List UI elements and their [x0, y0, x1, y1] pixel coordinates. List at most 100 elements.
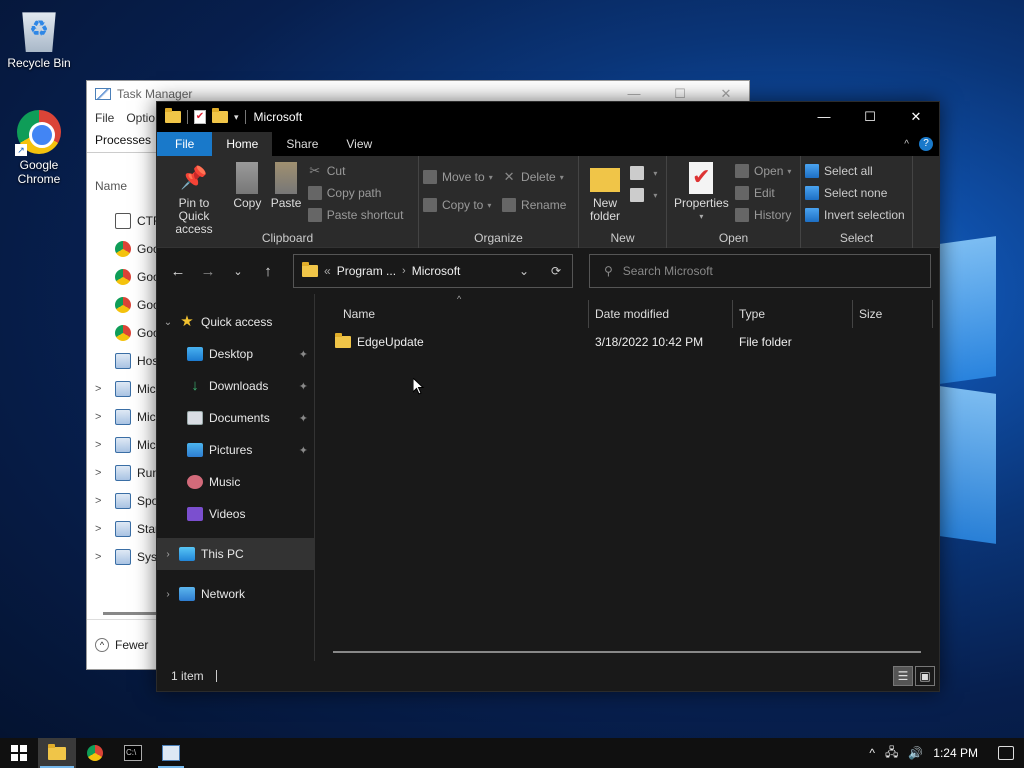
copy-button[interactable]: Copy [230, 160, 264, 212]
new-group-label: New [610, 231, 635, 245]
search-box[interactable]: ⚲ Search Microsoft [589, 254, 931, 288]
taskbar-command-prompt[interactable]: C:\ [114, 738, 152, 768]
menu-file[interactable]: File [95, 111, 114, 125]
breadcrumb-chevron-icon[interactable]: › [402, 265, 406, 277]
new-folder-button[interactable]: New folder [583, 160, 627, 225]
expand-chevron-icon[interactable]: › [157, 549, 179, 560]
expand-chevron-icon[interactable]: > [95, 439, 115, 451]
menu-options[interactable]: Optio [126, 111, 155, 125]
nav-desktop[interactable]: Desktop ✦ [157, 338, 314, 370]
user-icon [115, 437, 131, 453]
breadcrumb-program-files[interactable]: Program ... [337, 264, 396, 278]
open-button[interactable]: Open ▾ [735, 162, 791, 180]
taskbar-chrome[interactable] [76, 738, 114, 768]
address-dropdown-chevron-icon[interactable]: ⌄ [508, 255, 540, 287]
copy-path-button[interactable]: Copy path [307, 184, 404, 202]
nav-downloads[interactable]: ↓ Downloads ✦ [157, 370, 314, 402]
expand-chevron-icon[interactable]: > [95, 523, 115, 535]
close-button[interactable]: ✕ [703, 86, 749, 102]
tab-share[interactable]: Share [272, 132, 332, 156]
up-arrow-icon[interactable]: ↑ [255, 263, 281, 280]
pin-to-quick-access-button[interactable]: 📌 Pin to Quick access [161, 160, 227, 238]
navigation-pane: ⌄ ★ Quick access Desktop ✦ ↓ Downloads ✦… [157, 294, 315, 661]
recycle-bin-desktop-icon[interactable]: Recycle Bin [3, 8, 75, 70]
show-hidden-icons-chevron-icon[interactable]: ^ [869, 746, 875, 760]
nav-quick-access[interactable]: ⌄ ★ Quick access [157, 306, 314, 338]
expand-chevron-icon[interactable]: > [95, 383, 115, 395]
invert-selection-button[interactable]: Invert selection [805, 206, 905, 224]
open-icon [735, 164, 750, 178]
organize-group-label: Organize [474, 231, 523, 245]
cut-button[interactable]: ✂ Cut [308, 162, 404, 180]
expand-chevron-icon[interactable]: > [95, 495, 115, 507]
new-folder-qat-icon[interactable] [212, 108, 228, 123]
tab-home[interactable]: Home [212, 132, 273, 156]
horizontal-scrollbar[interactable] [103, 612, 159, 615]
details-view-icon[interactable]: ☰ [893, 666, 913, 686]
taskbar-file-explorer[interactable] [38, 738, 76, 768]
address-overflow[interactable]: « [324, 264, 331, 278]
large-icons-view-icon[interactable]: ▣ [915, 666, 935, 686]
paste-button[interactable]: Paste [268, 160, 305, 212]
nav-pictures[interactable]: Pictures ✦ [157, 434, 314, 466]
expand-chevron-icon[interactable]: > [95, 551, 115, 563]
minimize-button[interactable]: — [801, 102, 847, 132]
back-arrow-icon[interactable]: ← [165, 263, 191, 280]
select-group: Select all Select none Invert selection … [801, 156, 913, 248]
properties-button[interactable]: ✔ Properties ▾ [671, 160, 732, 225]
edit-button[interactable]: Edit [735, 184, 791, 202]
nav-this-pc[interactable]: › This PC [157, 538, 314, 570]
minimize-button[interactable]: — [611, 86, 657, 102]
start-button[interactable] [0, 738, 38, 768]
close-button[interactable]: ✕ [893, 102, 939, 132]
expand-chevron-icon[interactable]: > [95, 467, 115, 479]
file-row[interactable]: EdgeUpdate 3/18/2022 10:42 PM File folde… [315, 330, 939, 354]
file-list[interactable]: ^ Name Date modified Type Size EdgeUpdat… [315, 294, 939, 661]
volume-icon[interactable]: 🔊 [908, 746, 923, 760]
move-to-button[interactable]: Move to ▾ [423, 168, 493, 186]
explorer-titlebar[interactable]: ✔ ▾ Microsoft — ☐ ✕ [157, 102, 939, 132]
forward-arrow-icon[interactable]: → [195, 263, 221, 280]
maximize-button[interactable]: ☐ [847, 102, 893, 132]
delete-button[interactable]: ✕ Delete ▾ [502, 168, 566, 186]
tab-processes[interactable]: Processes [87, 133, 159, 152]
maximize-button[interactable]: ☐ [657, 86, 703, 102]
expand-chevron-icon[interactable]: ⌄ [157, 317, 179, 328]
recent-locations-chevron-icon[interactable]: ⌄ [225, 265, 251, 278]
column-header-name[interactable]: Name [315, 300, 589, 328]
horizontal-scrollbar[interactable] [333, 651, 921, 653]
rename-button[interactable]: Rename [502, 196, 566, 214]
select-all-button[interactable]: Select all [805, 162, 905, 180]
address-bar[interactable]: « Program ... › Microsoft ⌄ ⟳ [293, 254, 573, 288]
easy-access-button[interactable]: ▾ [630, 186, 657, 204]
nav-documents[interactable]: Documents ✦ [157, 402, 314, 434]
nav-network[interactable]: › Network [157, 578, 314, 610]
nav-videos[interactable]: Videos [157, 498, 314, 530]
help-icon[interactable]: ? [919, 137, 933, 151]
properties-qat-icon[interactable]: ✔ [194, 110, 206, 124]
clock[interactable]: 1:24 PM [933, 746, 978, 760]
file-explorer-window[interactable]: ✔ ▾ Microsoft — ☐ ✕ File Home Share View… [156, 101, 940, 692]
refresh-icon[interactable]: ⟳ [540, 255, 572, 287]
nav-music[interactable]: Music [157, 466, 314, 498]
action-center-icon[interactable] [998, 746, 1014, 760]
search-input[interactable]: Search Microsoft [623, 264, 713, 278]
collapse-ribbon-icon[interactable]: ^ [904, 139, 909, 150]
google-chrome-desktop-icon[interactable]: ↗ Google Chrome [3, 110, 75, 186]
paste-shortcut-button[interactable]: Paste shortcut [307, 206, 403, 224]
taskbar-task-manager[interactable] [152, 738, 190, 768]
customize-qat-icon[interactable]: ▾ [234, 112, 239, 123]
network-tray-icon[interactable]: 🖧 [885, 743, 898, 764]
column-header-type[interactable]: Type [733, 300, 853, 328]
tab-view[interactable]: View [332, 132, 386, 156]
copy-to-button[interactable]: Copy to ▾ [423, 196, 493, 214]
select-none-button[interactable]: Select none [805, 184, 905, 202]
column-header-date-modified[interactable]: Date modified [589, 300, 733, 328]
expand-chevron-icon[interactable]: › [157, 589, 179, 600]
new-item-button[interactable]: ▾ [630, 164, 657, 182]
breadcrumb-microsoft[interactable]: Microsoft [412, 264, 461, 278]
tab-file[interactable]: File [157, 132, 213, 156]
expand-chevron-icon[interactable]: > [95, 411, 115, 423]
column-header-size[interactable]: Size [853, 300, 933, 328]
history-button[interactable]: History [735, 206, 791, 224]
